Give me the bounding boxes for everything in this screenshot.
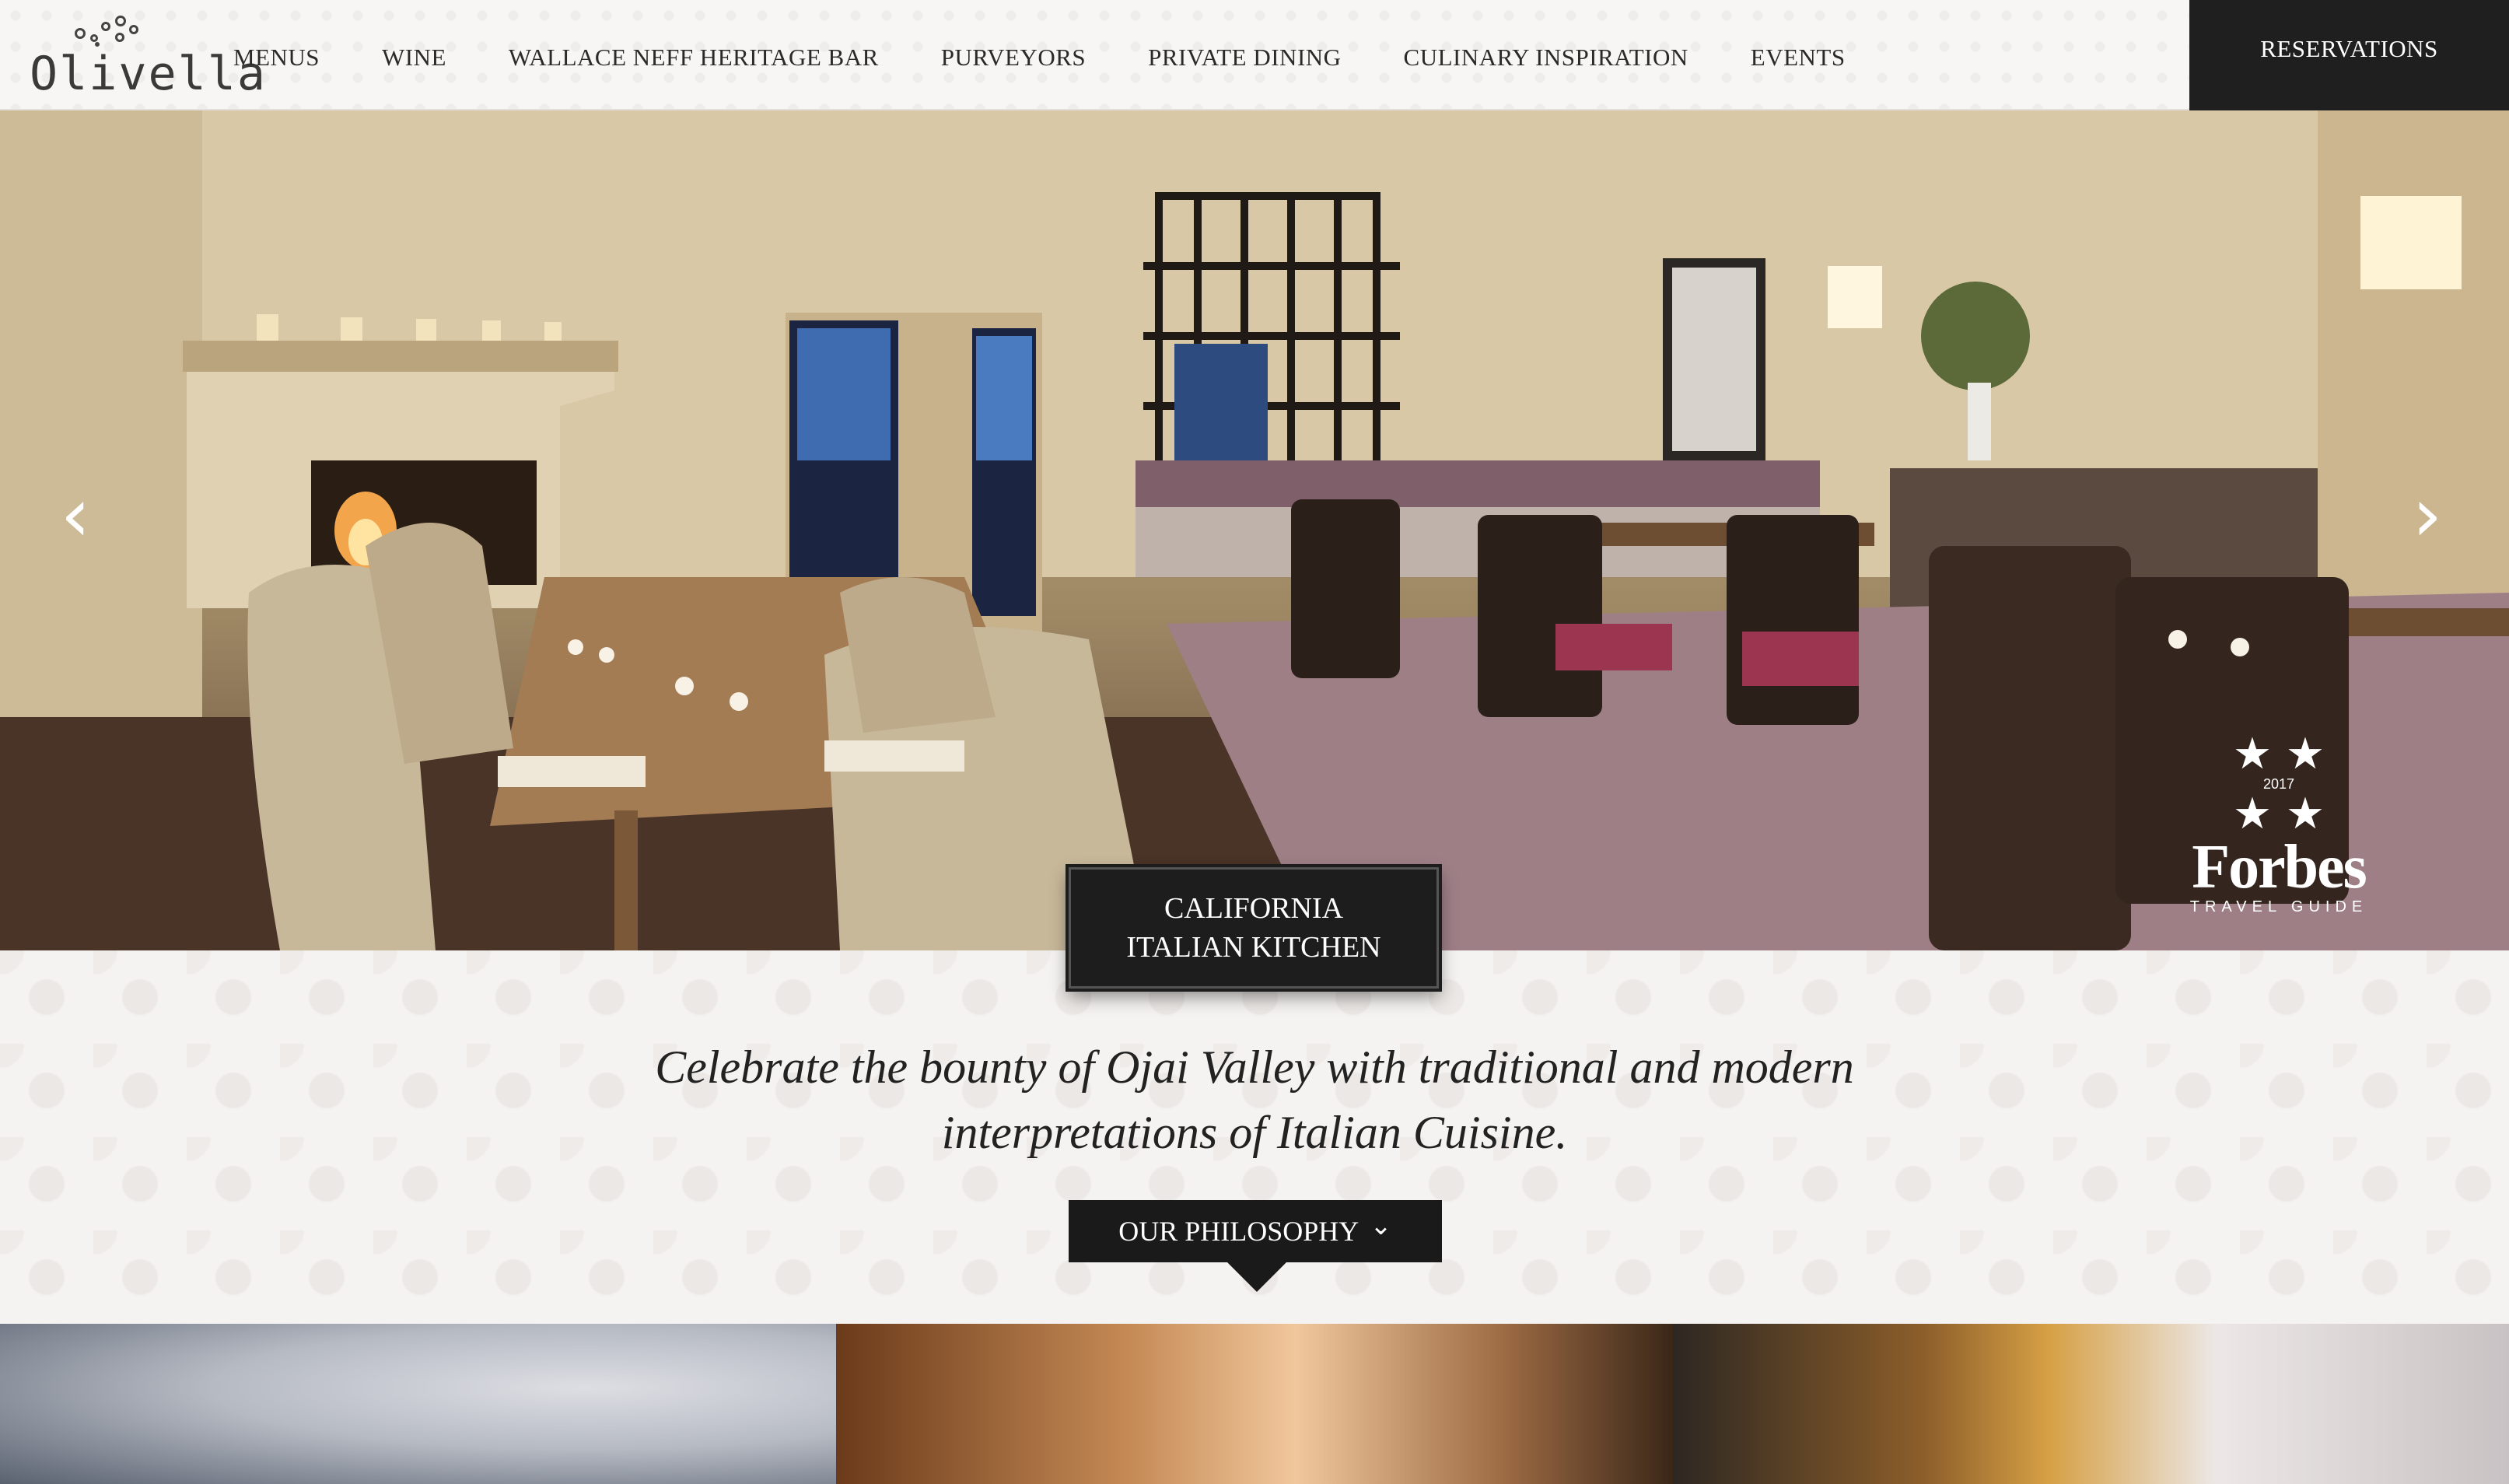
nav-events[interactable]: EVENTS bbox=[1751, 44, 1846, 72]
nav-private-dining[interactable]: PRIVATE DINING bbox=[1148, 44, 1341, 72]
badge-brand: Forbes bbox=[2192, 833, 2367, 901]
intro-line2: interpretations of Italian Cuisine. bbox=[941, 1107, 1568, 1158]
our-philosophy-button[interactable]: OUR PHILOSOPHY ⌄ bbox=[1069, 1200, 1442, 1262]
nav-purveyors[interactable]: PURVEYORS bbox=[941, 44, 1086, 72]
nav-wallace-neff-heritage-bar[interactable]: WALLACE NEFF HERITAGE BAR bbox=[509, 44, 879, 72]
intro-text: Celebrate the bounty of Ojai Valley with… bbox=[544, 1034, 1965, 1165]
food-plate-tile[interactable] bbox=[0, 1324, 837, 1484]
philosophy-caret bbox=[1227, 1262, 1286, 1292]
tagline-line2: ITALIAN KITCHEN bbox=[1126, 931, 1381, 964]
nav-menus[interactable]: MENUS bbox=[233, 44, 320, 72]
slider-prev-arrow[interactable]: ‹ bbox=[48, 476, 103, 554]
forbes-award-badge: ★ ★ 2017 ★ ★ Forbes TRAVEL GUIDE bbox=[2178, 733, 2380, 919]
slider-next-arrow[interactable]: › bbox=[2400, 476, 2455, 554]
logo-wordmark: Olivella bbox=[30, 47, 267, 101]
stars-icon: ★ ★ bbox=[2232, 729, 2325, 779]
logo-dots-icon bbox=[72, 14, 165, 48]
tagline-line1: CALIFORNIA bbox=[1164, 892, 1344, 925]
philosophy-label: OUR PHILOSOPHY bbox=[1118, 1216, 1359, 1247]
nav-culinary-inspiration[interactable]: CULINARY INSPIRATION bbox=[1404, 44, 1688, 72]
chevron-down-icon: ⌄ bbox=[1370, 1210, 1392, 1241]
reservations-button[interactable]: RESERVATIONS bbox=[2189, 0, 2509, 110]
stars-icon: ★ ★ bbox=[2232, 789, 2325, 839]
cocktails-tile[interactable] bbox=[1672, 1324, 2509, 1484]
badge-subtitle: TRAVEL GUIDE bbox=[2189, 898, 2368, 915]
tagline-box: CALIFORNIA ITALIAN KITCHEN bbox=[1066, 864, 1442, 992]
site-header: Olivella MENUS WINE WALLACE NEFF HERITAG… bbox=[0, 0, 2509, 110]
hero-dining-room-image bbox=[0, 110, 2509, 950]
olivella-logo[interactable]: Olivella bbox=[30, 14, 265, 101]
feature-tiles bbox=[0, 1324, 2509, 1484]
nav-wine[interactable]: WINE bbox=[382, 44, 446, 72]
intro-line1: Celebrate the bounty of Ojai Valley with… bbox=[655, 1041, 1854, 1093]
hero-slider: ‹ › ★ ★ 2017 ★ ★ Forbes TRAVEL GUIDE bbox=[0, 110, 2509, 950]
guests-dining-tile[interactable] bbox=[836, 1324, 1673, 1484]
main-nav: MENUS WINE WALLACE NEFF HERITAGE BAR PUR… bbox=[233, 44, 1908, 72]
